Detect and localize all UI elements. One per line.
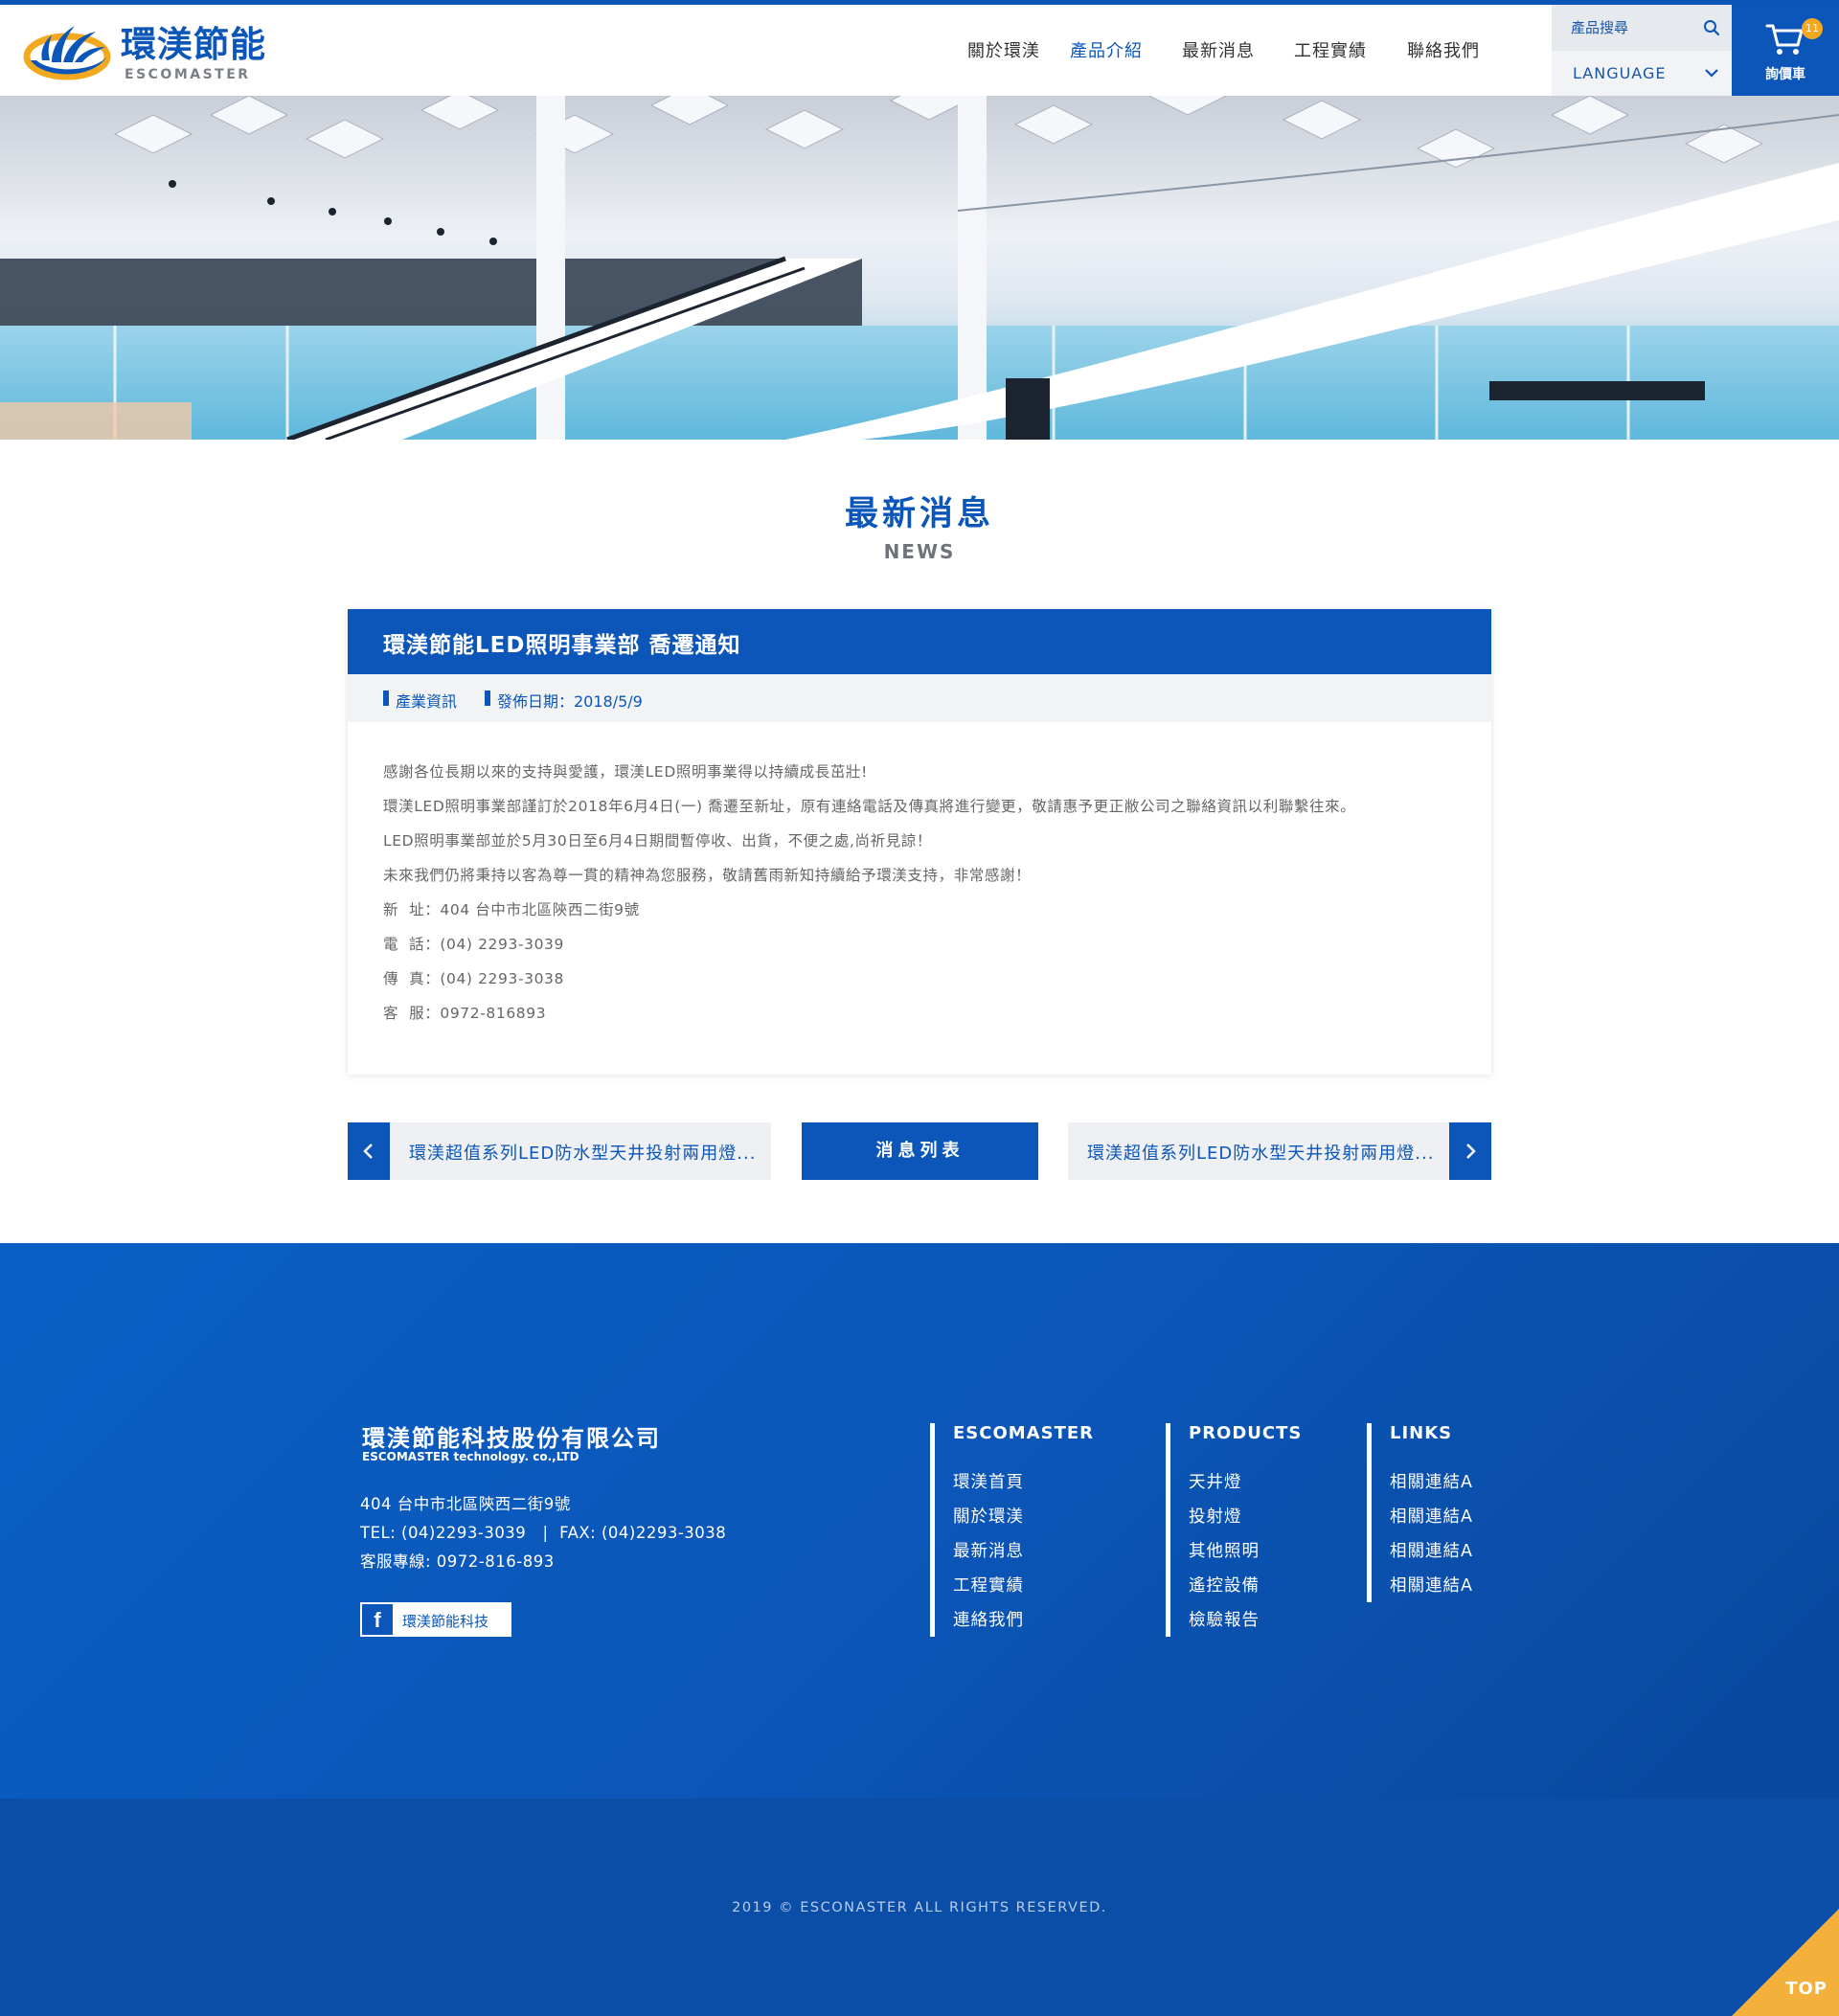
article-body: 感謝各位長期以來的支持與愛護，環渼LED照明事業得以持續成長茁壯! 環渼LED照…: [383, 755, 1456, 1031]
article-header: 環渼節能LED照明事業部 喬遷通知: [348, 609, 1491, 674]
nav-about[interactable]: 關於環渼: [954, 34, 1070, 69]
article-fax: 傳 真：(04) 2293-3038: [383, 970, 564, 987]
site-footer: [0, 1243, 1839, 1799]
nav-projects[interactable]: 工程實績: [1294, 34, 1407, 69]
facebook-icon: f: [362, 1604, 393, 1635]
next-arrow-button[interactable]: [1449, 1122, 1491, 1180]
news-list-button[interactable]: 消息列表: [802, 1122, 1038, 1180]
copyright-text: 2019 © ESCONASTER ALL RIGHTS RESERVED.: [732, 1900, 1107, 1915]
page-title: 最新消息: [844, 495, 994, 533]
footer-service: 客服專線: 0972-816-893: [360, 1552, 555, 1571]
corner-triangle-icon: [1732, 1909, 1839, 2016]
prev-article-link[interactable]: 環渼超值系列LED防水型天井投射兩用燈...: [348, 1122, 771, 1180]
cart-label: 詢價車: [1765, 67, 1805, 82]
article-date: 發佈日期：2018/5/9: [485, 689, 643, 712]
footer-col-title: LINKS: [1390, 1423, 1453, 1443]
footer-related-link[interactable]: 相關連結A: [1390, 1465, 1473, 1500]
footer-company-name-en: ESCOMASTER technology. co.,LTD: [362, 1450, 579, 1463]
header-tools: LANGUAGE: [1552, 5, 1732, 96]
footer-company-name: 環渼節能科技股份有限公司: [362, 1425, 661, 1452]
nav-contact[interactable]: 聯絡我們: [1407, 34, 1503, 69]
product-search: [1552, 5, 1732, 51]
facebook-link[interactable]: f 環渼節能科技: [360, 1602, 511, 1637]
back-to-top-button[interactable]: TOP: [1732, 1909, 1839, 2016]
main-nav: 關於環渼 產品介紹 最新消息 工程實績 聯絡我們: [954, 34, 1503, 69]
site-logo[interactable]: 環渼節能 ESCOMASTER: [23, 18, 272, 87]
footer-link-highbay[interactable]: 天井燈: [1189, 1465, 1260, 1500]
article-paragraph: 感謝各位長期以來的支持與愛護，環渼LED照明事業得以持續成長茁壯!: [383, 763, 868, 781]
article-paragraph: 環渼LED照明事業部謹訂於2018年6月4日(一) 喬遷至新址，原有連絡電話及傳…: [383, 798, 1356, 815]
news-article: 環渼節能LED照明事業部 喬遷通知 產業資訊 發佈日期：2018/5/9 感謝各…: [348, 609, 1491, 1075]
language-select[interactable]: LANGUAGE: [1552, 51, 1732, 96]
hero-banner-image: [0, 96, 1839, 440]
footer-contact-info: 404 台中市北區陝西二街9號 TEL: (04)2293-3039 | FAX…: [360, 1490, 726, 1576]
footer-link-projects[interactable]: 工程實績: [953, 1569, 1024, 1603]
prev-arrow-button[interactable]: [348, 1122, 390, 1180]
footer-col-divider: [1166, 1423, 1170, 1637]
article-meta: 產業資訊 發佈日期：2018/5/9: [348, 674, 1491, 722]
footer-col-title: ESCOMASTER: [953, 1423, 1095, 1443]
article-category: 產業資訊: [383, 689, 457, 712]
footer-link-home[interactable]: 環渼首頁: [953, 1465, 1024, 1500]
footer-col-divider: [930, 1423, 935, 1637]
footer-related-link[interactable]: 相關連結A: [1390, 1500, 1473, 1534]
logo-title: 環渼節能: [121, 24, 266, 65]
footer-link-remote[interactable]: 遙控設備: [1189, 1569, 1260, 1603]
cart-icon: [1765, 24, 1804, 55]
inquiry-cart-button[interactable]: 11 詢價車: [1732, 5, 1839, 96]
article-title: 環渼節能LED照明事業部 喬遷通知: [383, 633, 741, 658]
footer-link-other-lighting[interactable]: 其他照明: [1189, 1534, 1260, 1569]
article-service: 客 服：0972-816893: [383, 1005, 547, 1022]
top-label: TOP: [1785, 1979, 1828, 1999]
article-paragraph: LED照明事業部並於5月30日至6月4日期間暫停收、出貨，不便之處,尚祈見諒！: [383, 832, 933, 849]
chevron-right-icon: [1466, 1144, 1476, 1159]
cart-count-badge: 11: [1802, 18, 1823, 39]
prev-article-title: 環渼超值系列LED防水型天井投射兩用燈...: [409, 1144, 757, 1164]
chevron-left-icon: [363, 1144, 373, 1159]
facebook-label: 環渼節能科技: [402, 1613, 489, 1630]
footer-link-reports[interactable]: 檢驗報告: [1189, 1603, 1260, 1638]
article-paragraph: 未來我們仍將秉持以客為尊一貫的精神為您服務，敬請舊雨新知持續給予環渼支持，非常感…: [383, 867, 1032, 884]
article-phone: 電 話：(04) 2293-3039: [383, 936, 564, 953]
next-article-title: 環渼超值系列LED防水型天井投射兩用燈...: [1087, 1144, 1435, 1164]
logo-subtitle: ESCOMASTER: [125, 67, 251, 82]
chevron-down-icon: [1705, 69, 1718, 78]
footer-link-news[interactable]: 最新消息: [953, 1534, 1024, 1569]
search-input[interactable]: [1552, 5, 1695, 51]
footer-tel-fax: TEL: (04)2293-3039 | FAX: (04)2293-3038: [360, 1524, 727, 1542]
article-address: 新 址：404 台中市北區陝西二街9號: [383, 901, 640, 918]
footer-link-floodlight[interactable]: 投射燈: [1189, 1500, 1260, 1534]
footer-link-about[interactable]: 關於環渼: [953, 1500, 1024, 1534]
nav-news[interactable]: 最新消息: [1182, 34, 1294, 69]
logo-mark-icon: [23, 26, 111, 80]
footer-related-link[interactable]: 相關連結A: [1390, 1534, 1473, 1569]
footer-address: 404 台中市北區陝西二街9號: [360, 1495, 571, 1513]
next-article-link[interactable]: 環渼超值系列LED防水型天井投射兩用燈...: [1068, 1122, 1491, 1180]
search-icon[interactable]: [1703, 19, 1720, 36]
footer-col-title: PRODUCTS: [1189, 1423, 1303, 1443]
banner-illustration: [0, 96, 1839, 440]
footer-link-contact[interactable]: 連絡我們: [953, 1603, 1024, 1638]
page-subtitle: NEWS: [883, 540, 956, 563]
language-label: LANGUAGE: [1573, 64, 1667, 82]
nav-products[interactable]: 產品介紹: [1070, 34, 1182, 69]
footer-col-divider: [1367, 1423, 1372, 1602]
footer-related-link[interactable]: 相關連結A: [1390, 1569, 1473, 1603]
